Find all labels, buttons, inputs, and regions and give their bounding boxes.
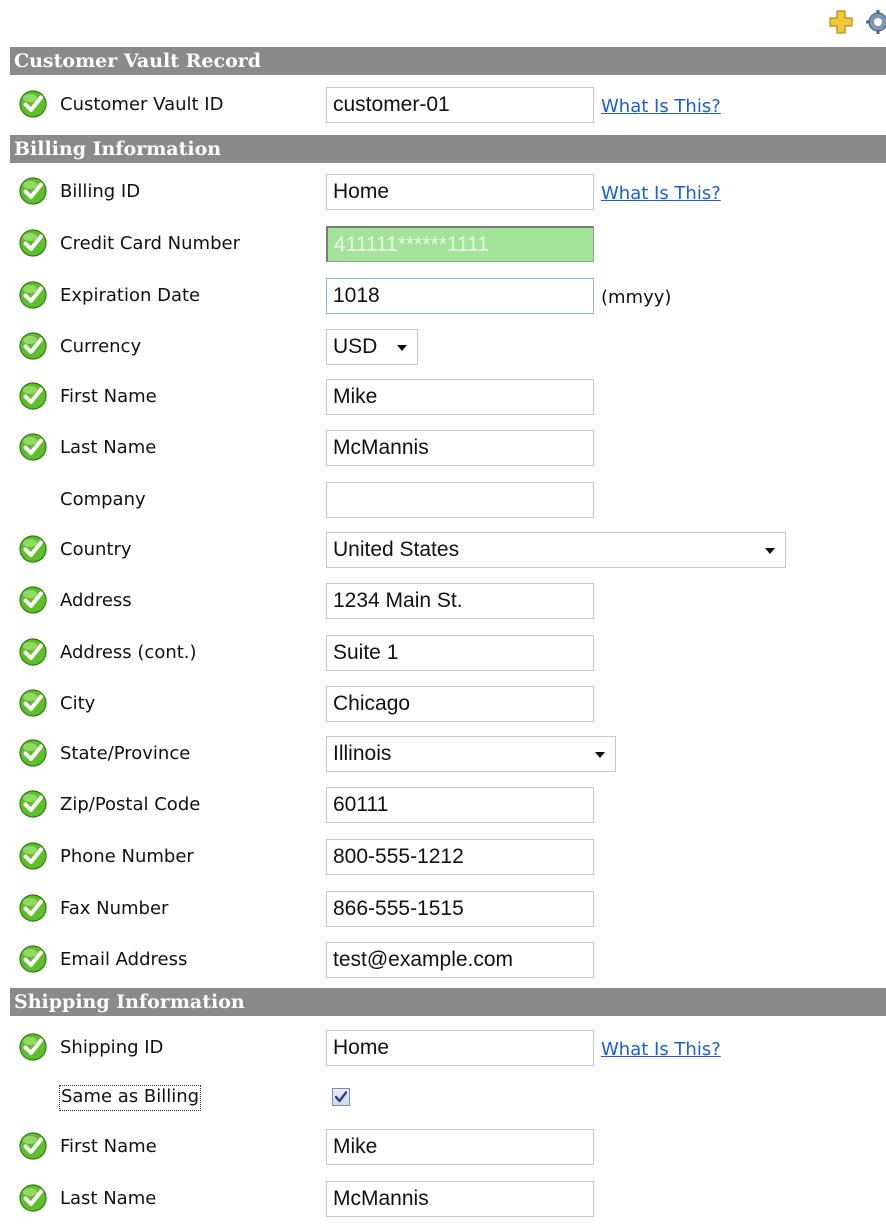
billing-id-input[interactable]: Home xyxy=(326,174,594,210)
address-label: Address xyxy=(60,590,132,611)
row-same-as-billing: Same as Billing xyxy=(0,1078,886,1118)
billing-id-label: Billing ID xyxy=(60,181,141,202)
country-select-value: United States xyxy=(333,538,460,561)
toolbar xyxy=(816,4,886,40)
currency-select-value: USD xyxy=(333,335,378,358)
phone-input[interactable]: 800-555-1212 xyxy=(326,839,594,875)
credit-card-input[interactable]: 411111******1111 xyxy=(326,226,594,262)
currency-select[interactable]: USD xyxy=(326,329,418,365)
chevron-down-icon xyxy=(595,752,605,758)
section-header-vault: Customer Vault Record xyxy=(10,47,886,75)
city-label: City xyxy=(60,693,96,714)
customer-vault-id-input[interactable]: customer-01 xyxy=(326,87,594,123)
row-fax: Fax Number 866-555-1515 xyxy=(0,889,886,929)
state-label: State/Province xyxy=(60,743,191,764)
first-name-label: First Name xyxy=(60,386,157,407)
expiration-date-label: Expiration Date xyxy=(60,285,201,306)
zip-label: Zip/Postal Code xyxy=(60,794,201,815)
check-icon xyxy=(18,1183,48,1213)
last-name-label: Last Name xyxy=(60,437,157,458)
check-icon xyxy=(18,176,48,206)
row-billing-id: Billing ID Home What Is This? xyxy=(0,172,886,212)
email-input[interactable]: test@example.com xyxy=(326,942,594,978)
row-country: Country United States xyxy=(0,530,886,570)
fax-input[interactable]: 866-555-1515 xyxy=(326,891,594,927)
check-icon xyxy=(18,280,48,310)
country-label: Country xyxy=(60,539,132,560)
shipping-first-name-label: First Name xyxy=(60,1136,157,1157)
row-currency: Currency USD xyxy=(0,327,886,367)
first-name-input[interactable]: Mike xyxy=(326,379,594,415)
section-header-billing: Billing Information xyxy=(10,135,886,163)
state-select-value: Illinois xyxy=(333,742,392,765)
row-customer-vault-id: Customer Vault ID customer-01 What Is Th… xyxy=(0,85,886,125)
email-label: Email Address xyxy=(60,949,188,970)
address-input[interactable]: 1234 Main St. xyxy=(326,583,594,619)
row-zip: Zip/Postal Code 60111 xyxy=(0,785,886,825)
customer-vault-id-label: Customer Vault ID xyxy=(60,94,224,115)
city-input[interactable]: Chicago xyxy=(326,686,594,722)
check-icon xyxy=(18,688,48,718)
expiration-date-input[interactable]: 1018 xyxy=(326,278,594,314)
what-is-this-link-billing[interactable]: What Is This? xyxy=(601,172,721,212)
company-label: Company xyxy=(60,489,146,510)
check-icon xyxy=(18,1131,48,1161)
last-name-input[interactable]: McMannis xyxy=(326,430,594,466)
check-icon xyxy=(18,381,48,411)
phone-label: Phone Number xyxy=(60,846,194,867)
row-phone: Phone Number 800-555-1212 xyxy=(0,837,886,877)
row-city: City Chicago xyxy=(0,684,886,724)
same-as-billing-label[interactable]: Same as Billing xyxy=(58,1085,202,1111)
row-address-cont: Address (cont.) Suite 1 xyxy=(0,633,886,673)
shipping-first-name-input[interactable]: Mike xyxy=(326,1129,594,1165)
currency-label: Currency xyxy=(60,336,142,357)
row-state: State/Province Illinois xyxy=(0,734,886,774)
row-credit-card: Credit Card Number 411111******1111 xyxy=(0,224,886,264)
shipping-last-name-label: Last Name xyxy=(60,1188,157,1209)
check-icon xyxy=(18,637,48,667)
section-header-shipping: Shipping Information xyxy=(10,988,886,1016)
what-is-this-link-shipping[interactable]: What Is This? xyxy=(601,1028,721,1068)
row-expiration-date: Expiration Date 1018 (mmyy) xyxy=(0,276,886,316)
address-cont-label: Address (cont.) xyxy=(60,642,197,663)
zip-input[interactable]: 60111 xyxy=(326,787,594,823)
row-first-name: First Name Mike xyxy=(0,377,886,417)
row-address: Address 1234 Main St. xyxy=(0,581,886,621)
check-icon xyxy=(18,893,48,923)
check-icon xyxy=(18,944,48,974)
what-is-this-link-vault[interactable]: What Is This? xyxy=(601,85,721,125)
row-shipping-id: Shipping ID Home What Is This? xyxy=(0,1028,886,1068)
company-input[interactable] xyxy=(326,482,594,518)
check-icon xyxy=(18,534,48,564)
shipping-id-input[interactable]: Home xyxy=(326,1030,594,1066)
check-icon xyxy=(18,1032,48,1062)
check-icon xyxy=(18,89,48,119)
check-icon xyxy=(18,432,48,462)
address-cont-input[interactable]: Suite 1 xyxy=(326,635,594,671)
state-select[interactable]: Illinois xyxy=(326,736,616,772)
row-company: Company xyxy=(0,480,886,520)
check-icon xyxy=(18,789,48,819)
credit-card-label: Credit Card Number xyxy=(60,233,240,254)
row-shipping-last-name: Last Name McMannis xyxy=(0,1179,886,1219)
same-as-billing-checkbox[interactable] xyxy=(332,1088,350,1106)
gear-icon[interactable] xyxy=(864,8,886,36)
fax-label: Fax Number xyxy=(60,898,169,919)
row-shipping-first-name: First Name Mike xyxy=(0,1127,886,1167)
shipping-id-label: Shipping ID xyxy=(60,1037,164,1058)
check-icon xyxy=(18,841,48,871)
checkmark-icon xyxy=(334,1091,348,1103)
chevron-down-icon xyxy=(397,345,407,351)
check-icon xyxy=(18,738,48,768)
shipping-last-name-input[interactable]: McMannis xyxy=(326,1181,594,1217)
row-last-name: Last Name McMannis xyxy=(0,428,886,468)
plus-icon[interactable] xyxy=(828,8,854,36)
expiration-date-hint: (mmyy) xyxy=(601,287,672,308)
check-icon xyxy=(18,331,48,361)
check-icon xyxy=(18,228,48,258)
country-select[interactable]: United States xyxy=(326,532,786,568)
check-icon xyxy=(18,585,48,615)
row-email: Email Address test@example.com xyxy=(0,940,886,980)
chevron-down-icon xyxy=(765,548,775,554)
